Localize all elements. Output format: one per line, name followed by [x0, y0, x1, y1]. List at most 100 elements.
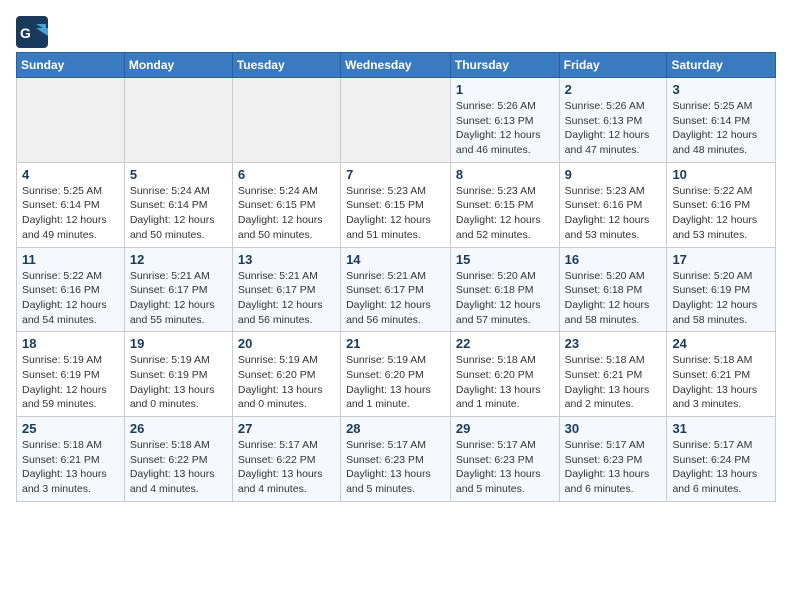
day-number: 19 — [130, 336, 227, 351]
calendar-cell — [124, 78, 232, 163]
calendar-table: SundayMondayTuesdayWednesdayThursdayFrid… — [16, 52, 776, 502]
day-info: Sunrise: 5:21 AM Sunset: 6:17 PM Dayligh… — [130, 269, 227, 328]
day-info: Sunrise: 5:22 AM Sunset: 6:16 PM Dayligh… — [672, 184, 770, 243]
weekday-header-row: SundayMondayTuesdayWednesdayThursdayFrid… — [17, 53, 776, 78]
calendar-cell — [232, 78, 340, 163]
day-number: 21 — [346, 336, 445, 351]
day-info: Sunrise: 5:18 AM Sunset: 6:20 PM Dayligh… — [456, 353, 554, 412]
day-number: 3 — [672, 82, 770, 97]
day-number: 30 — [565, 421, 662, 436]
calendar-cell: 26Sunrise: 5:18 AM Sunset: 6:22 PM Dayli… — [124, 417, 232, 502]
calendar-cell: 25 Sunrise: 5:18 AM Sunset: 6:21 PM Dayli… — [17, 417, 125, 502]
day-number: 23 — [565, 336, 662, 351]
day-info: Sunrise: 5:18 AM Sunset: 6:21 PM Dayligh… — [672, 353, 770, 412]
day-info: Sunrise: 5:19 AM Sunset: 6:20 PM Dayligh… — [238, 353, 335, 412]
weekday-header-saturday: Saturday — [667, 53, 776, 78]
calendar-cell: 22 Sunrise: 5:18 AM Sunset: 6:20 PM Dayli… — [450, 332, 559, 417]
calendar-cell: 5 Sunrise: 5:24 AM Sunset: 6:14 PM Daylig… — [124, 162, 232, 247]
day-number: 16 — [565, 252, 662, 267]
week-row-5: 25 Sunrise: 5:18 AM Sunset: 6:21 PM Dayli… — [17, 417, 776, 502]
week-row-4: 18 Sunrise: 5:19 AM Sunset: 6:19 PM Dayli… — [17, 332, 776, 417]
day-info: Sunrise: 5:21 AM Sunset: 6:17 PM Dayligh… — [238, 269, 335, 328]
day-number: 31 — [672, 421, 770, 436]
day-info: Sunrise: 5:20 AM Sunset: 6:18 PM Dayligh… — [565, 269, 662, 328]
day-number: 11 — [22, 252, 119, 267]
weekday-header-sunday: Sunday — [17, 53, 125, 78]
calendar-cell: 29 Sunrise: 5:17 AM Sunset: 6:23 PM Dayli… — [450, 417, 559, 502]
day-info: Sunrise: 5:23 AM Sunset: 6:16 PM Dayligh… — [565, 184, 662, 243]
day-number: 2 — [565, 82, 662, 97]
day-info: Sunrise: 5:21 AM Sunset: 6:17 PM Dayligh… — [346, 269, 445, 328]
day-number: 18 — [22, 336, 119, 351]
day-number: 10 — [672, 167, 770, 182]
day-info: Sunrise: 5:26 AM Sunset: 6:13 PM Dayligh… — [565, 99, 662, 158]
calendar-cell: 11 Sunrise: 5:22 AM Sunset: 6:16 PM Dayli… — [17, 247, 125, 332]
day-info: Sunrise: 5:17 AM Sunset: 6:24 PM Dayligh… — [672, 438, 770, 497]
day-info: Sunrise: 5:19 AM Sunset: 6:19 PM Dayligh… — [130, 353, 227, 412]
day-info: Sunrise: 5:18 AM Sunset: 6:21 PM Dayligh… — [565, 353, 662, 412]
day-number: 28 — [346, 421, 445, 436]
calendar-cell: 28 Sunrise: 5:17 AM Sunset: 6:23 PM Dayli… — [341, 417, 451, 502]
calendar-cell: 12 Sunrise: 5:21 AM Sunset: 6:17 PM Dayli… — [124, 247, 232, 332]
calendar-cell: 3 Sunrise: 5:25 AM Sunset: 6:14 PM Daylig… — [667, 78, 776, 163]
day-info: Sunrise: 5:20 AM Sunset: 6:18 PM Dayligh… — [456, 269, 554, 328]
calendar-cell: 10 Sunrise: 5:22 AM Sunset: 6:16 PM Dayli… — [667, 162, 776, 247]
day-number: 22 — [456, 336, 554, 351]
day-number: 1 — [456, 82, 554, 97]
day-number: 29 — [456, 421, 554, 436]
day-number: 4 — [22, 167, 119, 182]
day-number: 12 — [130, 252, 227, 267]
calendar-cell: 21Sunrise: 5:19 AM Sunset: 6:20 PM Dayli… — [341, 332, 451, 417]
calendar-cell: 31 Sunrise: 5:17 AM Sunset: 6:24 PM Dayli… — [667, 417, 776, 502]
calendar-cell: 1Sunrise: 5:26 AM Sunset: 6:13 PM Daylig… — [450, 78, 559, 163]
weekday-header-wednesday: Wednesday — [341, 53, 451, 78]
day-info: Sunrise: 5:17 AM Sunset: 6:23 PM Dayligh… — [346, 438, 445, 497]
day-number: 5 — [130, 167, 227, 182]
day-info: Sunrise: 5:18 AM Sunset: 6:21 PM Dayligh… — [22, 438, 119, 497]
calendar-cell: 23 Sunrise: 5:18 AM Sunset: 6:21 PM Dayli… — [559, 332, 667, 417]
day-number: 6 — [238, 167, 335, 182]
calendar-cell: 17Sunrise: 5:20 AM Sunset: 6:19 PM Dayli… — [667, 247, 776, 332]
day-number: 24 — [672, 336, 770, 351]
day-info: Sunrise: 5:17 AM Sunset: 6:23 PM Dayligh… — [456, 438, 554, 497]
day-number: 9 — [565, 167, 662, 182]
calendar-cell: 24 Sunrise: 5:18 AM Sunset: 6:21 PM Dayli… — [667, 332, 776, 417]
calendar-cell: 6 Sunrise: 5:24 AM Sunset: 6:15 PM Daylig… — [232, 162, 340, 247]
day-info: Sunrise: 5:25 AM Sunset: 6:14 PM Dayligh… — [22, 184, 119, 243]
day-info: Sunrise: 5:23 AM Sunset: 6:15 PM Dayligh… — [456, 184, 554, 243]
day-info: Sunrise: 5:17 AM Sunset: 6:22 PM Dayligh… — [238, 438, 335, 497]
calendar-cell: 8 Sunrise: 5:23 AM Sunset: 6:15 PM Daylig… — [450, 162, 559, 247]
day-info: Sunrise: 5:24 AM Sunset: 6:14 PM Dayligh… — [130, 184, 227, 243]
day-number: 26 — [130, 421, 227, 436]
calendar-cell: 7 Sunrise: 5:23 AM Sunset: 6:15 PM Daylig… — [341, 162, 451, 247]
day-info: Sunrise: 5:23 AM Sunset: 6:15 PM Dayligh… — [346, 184, 445, 243]
weekday-header-thursday: Thursday — [450, 53, 559, 78]
day-info: Sunrise: 5:24 AM Sunset: 6:15 PM Dayligh… — [238, 184, 335, 243]
day-number: 8 — [456, 167, 554, 182]
day-number: 13 — [238, 252, 335, 267]
calendar-cell — [17, 78, 125, 163]
day-number: 14 — [346, 252, 445, 267]
day-number: 25 — [22, 421, 119, 436]
day-info: Sunrise: 5:19 AM Sunset: 6:19 PM Dayligh… — [22, 353, 119, 412]
svg-text:G: G — [20, 25, 31, 41]
weekday-header-monday: Monday — [124, 53, 232, 78]
calendar-cell: 15 Sunrise: 5:20 AM Sunset: 6:18 PM Dayli… — [450, 247, 559, 332]
day-number: 15 — [456, 252, 554, 267]
day-info: Sunrise: 5:25 AM Sunset: 6:14 PM Dayligh… — [672, 99, 770, 158]
week-row-1: 1 Sunrise: 5:26 AM Sunset: 6:13 PM Daylig… — [17, 78, 776, 163]
calendar-cell: 19 Sunrise: 5:19 AM Sunset: 6:19 PM Dayli… — [124, 332, 232, 417]
calendar-cell: 18 Sunrise: 5:19 AM Sunset: 6:19 PM Dayli… — [17, 332, 125, 417]
day-info: Sunrise: 5:22 AM Sunset: 6:16 PM Dayligh… — [22, 269, 119, 328]
week-row-3: 11 Sunrise: 5:22 AM Sunset: 6:16 PM Dayli… — [17, 247, 776, 332]
weekday-header-friday: Friday — [559, 53, 667, 78]
weekday-header-tuesday: Tuesday — [232, 53, 340, 78]
calendar-cell: 14 Sunrise: 5:21 AM Sunset: 6:17 PM Dayli… — [341, 247, 451, 332]
calendar-cell: 30Sunrise: 5:17 AM Sunset: 6:23 PM Dayli… — [559, 417, 667, 502]
day-number: 7 — [346, 167, 445, 182]
calendar-cell — [341, 78, 451, 163]
page-header: G — [16, 16, 776, 48]
calendar-cell: 9 Sunrise: 5:23 AM Sunset: 6:16 PM Daylig… — [559, 162, 667, 247]
calendar-cell: 2 Sunrise: 5:26 AM Sunset: 6:13 PM Daylig… — [559, 78, 667, 163]
day-info: Sunrise: 5:20 AM Sunset: 6:19 PM Dayligh… — [672, 269, 770, 328]
